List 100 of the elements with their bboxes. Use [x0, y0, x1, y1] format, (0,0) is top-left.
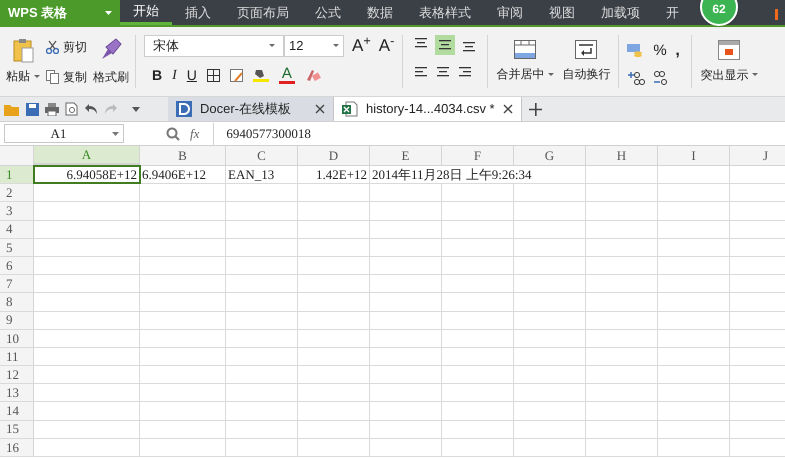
function-button[interactable]: fx [190, 124, 200, 144]
align-lines-icon [439, 40, 452, 50]
percent-button[interactable]: % [653, 40, 668, 62]
font-size-field[interactable]: 12 [284, 34, 344, 57]
spreadsheet-file-icon [342, 101, 358, 117]
undo-icon[interactable] [84, 103, 98, 115]
align-lines-icon [415, 38, 428, 48]
caret-icon [752, 73, 758, 76]
align-middle-button[interactable] [435, 35, 456, 55]
borders-icon [206, 68, 220, 82]
print-preview-icon[interactable] [65, 102, 78, 116]
row-header[interactable]: 16 [0, 438, 34, 456]
fill-color-icon [252, 68, 269, 82]
row-header[interactable]: 5 [0, 238, 34, 256]
font-color-button[interactable]: A [278, 66, 295, 84]
menu-tab[interactable]: 加载项 [588, 0, 653, 25]
column-header[interactable]: J [730, 146, 785, 165]
table-cell-text: 6.94058E+12 [66, 166, 137, 184]
menu-tab[interactable]: 数据 [354, 0, 406, 25]
menu-tab[interactable]: 页面布局 [224, 0, 302, 25]
row-header[interactable]: 10 [0, 330, 34, 347]
conditional-format-icon [718, 40, 740, 60]
copy-icon [46, 70, 59, 84]
row-header[interactable]: 13 [0, 384, 34, 402]
close-icon [315, 104, 325, 114]
caret-icon [34, 74, 40, 78]
column-header[interactable]: H [586, 146, 658, 165]
grow-font-button[interactable]: A$^{+}$ [352, 33, 371, 58]
printer-icon[interactable] [45, 102, 59, 116]
menu-tab[interactable]: 审阅 [484, 0, 536, 25]
caret-icon [105, 10, 112, 14]
menu-tab[interactable]: 表格样式 [406, 0, 484, 25]
column-header[interactable]: C [226, 146, 298, 165]
cut-button[interactable]: 剪切 [46, 38, 87, 56]
brush-icon [100, 37, 122, 60]
table-icon [514, 40, 536, 59]
caret-icon [112, 132, 119, 136]
wrap-text-button[interactable]: 自动换行 [562, 40, 610, 83]
table-cell-text: 1.42E+12 [316, 166, 367, 184]
caret-icon [269, 44, 275, 48]
align-lines-icon [463, 42, 476, 52]
scissors-icon [46, 40, 59, 54]
row-header[interactable]: 12 [0, 366, 34, 384]
document-tab[interactable]: Docer-在线模板 [168, 97, 334, 121]
close-icon [502, 104, 513, 114]
table-cell-text: 2014年11月28日 上午9:26:34 [372, 166, 532, 184]
menu-tab[interactable]: 开 [653, 0, 692, 25]
table-cell-text: 6.9406E+12 [142, 166, 206, 184]
merge-center-button[interactable]: 合并居中 [496, 40, 554, 83]
row-header[interactable]: 4 [0, 220, 34, 238]
column-header[interactable]: I [658, 146, 730, 165]
notification-badge: 62 [700, 0, 738, 26]
app-title: WPS 表格 [8, 4, 68, 22]
paste-button[interactable]: 粘贴 [6, 38, 40, 85]
row-header[interactable]: 1 [0, 166, 34, 184]
document-tab[interactable]: history-14...4034.csv * [334, 97, 522, 121]
row-header[interactable]: 11 [0, 348, 34, 366]
row-header[interactable]: 8 [0, 293, 34, 310]
name-box[interactable]: A1 [4, 124, 124, 143]
align-center-icon [437, 67, 450, 77]
align-left-icon [415, 67, 428, 77]
clear-format-icon [304, 68, 321, 82]
row-header[interactable]: 14 [0, 402, 34, 420]
menu-tab[interactable]: 视图 [536, 0, 588, 25]
highlight-button[interactable]: 突出显示 [692, 27, 766, 96]
clipboard-icon [12, 38, 34, 63]
save-icon[interactable] [26, 102, 39, 116]
format-painter-button[interactable]: 格式刷 [93, 37, 129, 86]
align-right-icon [459, 67, 472, 77]
row-header[interactable]: 7 [0, 275, 34, 292]
menu-tab[interactable]: 插入 [172, 0, 224, 25]
italic-button[interactable]: I [172, 64, 177, 86]
table-cell-text: EAN_13 [228, 166, 274, 184]
increase-decimal-icon [627, 71, 646, 85]
font-name-field[interactable]: 宋体 [144, 34, 284, 57]
shrink-font-button[interactable]: A$^{-}$ [378, 33, 394, 58]
bold-button[interactable]: B [152, 64, 162, 86]
document-logo-icon [176, 101, 192, 117]
currency-icon [627, 44, 644, 58]
search-icon[interactable] [166, 126, 180, 140]
row-header[interactable]: 9 [0, 312, 34, 329]
caret-icon [333, 44, 339, 48]
row-header[interactable]: 6 [0, 256, 34, 274]
row-header[interactable]: 15 [0, 420, 34, 438]
column-header[interactable]: D [298, 146, 370, 165]
underline-button[interactable]: U [186, 64, 197, 86]
menu-tab[interactable]: 公式 [302, 0, 354, 25]
cell-style-icon [230, 68, 243, 82]
formula-field[interactable]: 6940577300018 [213, 122, 785, 144]
copy-button[interactable]: 复制 [46, 68, 87, 86]
comma-button[interactable]: , [675, 39, 684, 63]
column-header[interactable]: G [514, 146, 586, 165]
tab-marker-icon [775, 9, 778, 20]
row-header[interactable]: 2 [0, 184, 34, 202]
dropdown-icon[interactable] [132, 106, 140, 112]
app-menu-button[interactable]: WPS 表格 [0, 0, 120, 25]
column-header[interactable]: E [370, 146, 442, 165]
column-header[interactable]: B [140, 146, 226, 165]
row-header[interactable]: 3 [0, 202, 34, 220]
column-header[interactable]: F [442, 146, 514, 165]
